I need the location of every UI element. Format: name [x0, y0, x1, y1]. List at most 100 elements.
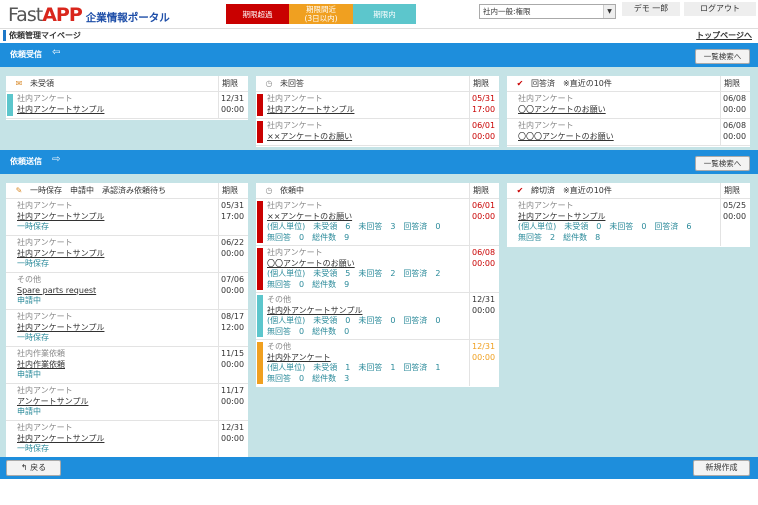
due-date: 06/08 [723, 121, 747, 130]
item-state: 一時保存 [17, 333, 49, 342]
item-link[interactable]: 〇〇〇アンケートのお願い [518, 132, 718, 143]
sent-list-search-button[interactable]: 一覧検索へ [695, 156, 750, 171]
panel-header: ✔ 回答済 ※直近の10件 期限 [507, 76, 750, 92]
due-date: 06/08 [723, 94, 747, 103]
received-section-bar: 依頼受信 ⇦ 一覧検索へ [0, 43, 758, 67]
item-category: 社内アンケート [518, 94, 574, 103]
item-link[interactable]: 社内アンケートサンプル [267, 105, 467, 116]
due-time: 12:00 [221, 322, 245, 332]
item-due: 06/08 00:00 [720, 92, 750, 118]
list-item: 社内アンケート 〇〇〇アンケートのお願い 06/08 00:00 [507, 119, 750, 146]
item-due: 12/31 00:00 [469, 340, 499, 386]
status-stripe [257, 94, 263, 116]
app-logo[interactable]: Fast APP 企業情報ポータル [8, 4, 170, 26]
item-link[interactable]: 社内アンケートサンプル [17, 434, 216, 445]
user-name: デモ 一郎 [622, 2, 680, 16]
item-category: その他 [17, 275, 41, 284]
item-link[interactable]: 社内アンケートサンプル [17, 323, 216, 334]
due-header: 期限 [469, 76, 499, 92]
item-category: 社内アンケート [518, 201, 574, 210]
due-header: 期限 [218, 76, 248, 92]
item-category: 社内アンケート [267, 248, 323, 257]
item-link[interactable]: 社内外アンケートサンプル [267, 306, 467, 317]
item-link[interactable]: アンケートサンプル [17, 397, 216, 408]
due-date: 08/17 [221, 312, 245, 321]
item-due: 11/17 00:00 [218, 384, 248, 420]
due-time: 00:00 [221, 396, 245, 406]
list-item: 社内アンケート 〇〇アンケートのお願い 06/08 00:00 [507, 92, 750, 119]
item-link[interactable]: 〇〇アンケートのお願い [267, 259, 467, 270]
due-time: 00:00 [221, 248, 245, 258]
due-date: 07/06 [221, 275, 245, 284]
list-item: 社内アンケート アンケートサンプル 申請中 11/17 00:00 [6, 384, 248, 421]
logout-button[interactable]: ログアウト [684, 2, 756, 16]
item-due: 06/01 00:00 [469, 199, 499, 245]
sent-section-body: ✎ 一時保存 申請中 承認済み依頼待ち 期限 社内アンケート 社内アンケートサン… [0, 174, 758, 458]
received-list-search-button[interactable]: 一覧検索へ [695, 49, 750, 64]
arrow-right-icon[interactable]: ⇨ [52, 154, 60, 165]
item-due: 05/25 00:00 [720, 199, 750, 246]
envelope-icon: ✉ [15, 79, 23, 88]
list-item: 社内作業依頼 社内作業依頼 申請中 11/15 00:00 [6, 347, 248, 384]
item-category: 社内アンケート [17, 386, 73, 395]
due-time: 00:00 [472, 352, 496, 362]
due-time: 00:00 [723, 131, 747, 141]
status-stripe [257, 121, 263, 143]
item-link[interactable]: 社内アンケートサンプル [518, 212, 718, 223]
item-link[interactable]: Spare parts request [17, 286, 216, 297]
item-link[interactable]: 社内作業依頼 [17, 360, 216, 371]
legend-near-line1: 期限間近 [306, 5, 336, 14]
due-time: 00:00 [472, 211, 496, 221]
item-due: 07/06 00:00 [218, 273, 248, 309]
item-counts: (個人単位) 未受領 1 未回答 1 回答済 1 [267, 363, 441, 372]
check-icon: ✔ [516, 79, 524, 88]
due-date: 11/15 [221, 349, 245, 358]
list-item: 社内アンケート ××アンケートのお願い (個人単位) 未受領 6 未回答 3 回… [256, 199, 499, 246]
new-create-button[interactable]: 新規作成 [693, 460, 750, 476]
item-due: 08/17 12:00 [218, 310, 248, 346]
item-category: 社内アンケート [17, 312, 73, 321]
due-date: 05/31 [472, 94, 496, 103]
legend-near-line2: (3日以内) [304, 14, 338, 23]
due-date: 05/31 [221, 201, 245, 210]
department-select-value: 社内一般:権限 [483, 7, 531, 16]
item-totals: 無回答 0 総件数 0 [267, 326, 350, 336]
item-link[interactable]: ××アンケートのお願い [267, 132, 467, 143]
back-button[interactable]: ↰ 戻る [6, 460, 61, 476]
title-accent-bar [3, 30, 6, 41]
item-link[interactable]: 〇〇アンケートのお願い [518, 105, 718, 116]
footer-bar: ↰ 戻る 新規作成 [0, 457, 758, 479]
chevron-down-icon: ▼ [603, 5, 615, 18]
due-date: 05/25 [723, 201, 747, 210]
item-category: その他 [267, 342, 291, 351]
due-time: 00:00 [221, 104, 245, 114]
item-due: 06/01 00:00 [469, 119, 499, 145]
panel-unanswered: ◷ 未回答 期限 社内アンケート 社内アンケートサンプル 05/31 17:00… [256, 76, 499, 147]
item-state: 申請中 [17, 407, 41, 416]
due-date: 12/31 [221, 94, 245, 103]
item-link[interactable]: 社内アンケートサンプル [17, 105, 216, 116]
item-link[interactable]: 社内アンケートサンプル [17, 249, 216, 260]
list-item: 社内アンケート 社内アンケートサンプル 05/31 17:00 [256, 92, 499, 119]
item-category: 社内アンケート [267, 121, 323, 130]
due-header: 期限 [218, 183, 248, 199]
item-due: 06/08 00:00 [469, 246, 499, 292]
department-select[interactable]: 社内一般:権限 ▼ [479, 4, 616, 19]
top-page-link[interactable]: トップページへ [696, 30, 752, 41]
item-counts: (個人単位) 未受領 0 未回答 0 回答済 6 [518, 222, 692, 231]
item-state: 一時保存 [17, 444, 49, 453]
arrow-left-icon[interactable]: ⇦ [52, 47, 60, 58]
panel-header: ✔ 締切済 ※直近の10件 期限 [507, 183, 750, 199]
back-button-label: 戻る [30, 463, 47, 472]
due-date: 11/17 [221, 386, 245, 395]
due-date: 06/22 [221, 238, 245, 247]
status-stripe [257, 342, 263, 384]
due-date: 06/01 [472, 201, 496, 210]
item-link[interactable]: 社内外アンケート [267, 353, 467, 364]
item-due: 06/08 00:00 [720, 119, 750, 145]
item-link[interactable]: 社内アンケートサンプル [17, 212, 216, 223]
due-date: 06/08 [472, 248, 496, 257]
item-link[interactable]: ××アンケートのお願い [267, 212, 467, 223]
logo-fast: Fast [8, 4, 43, 26]
due-header: 期限 [720, 76, 750, 92]
